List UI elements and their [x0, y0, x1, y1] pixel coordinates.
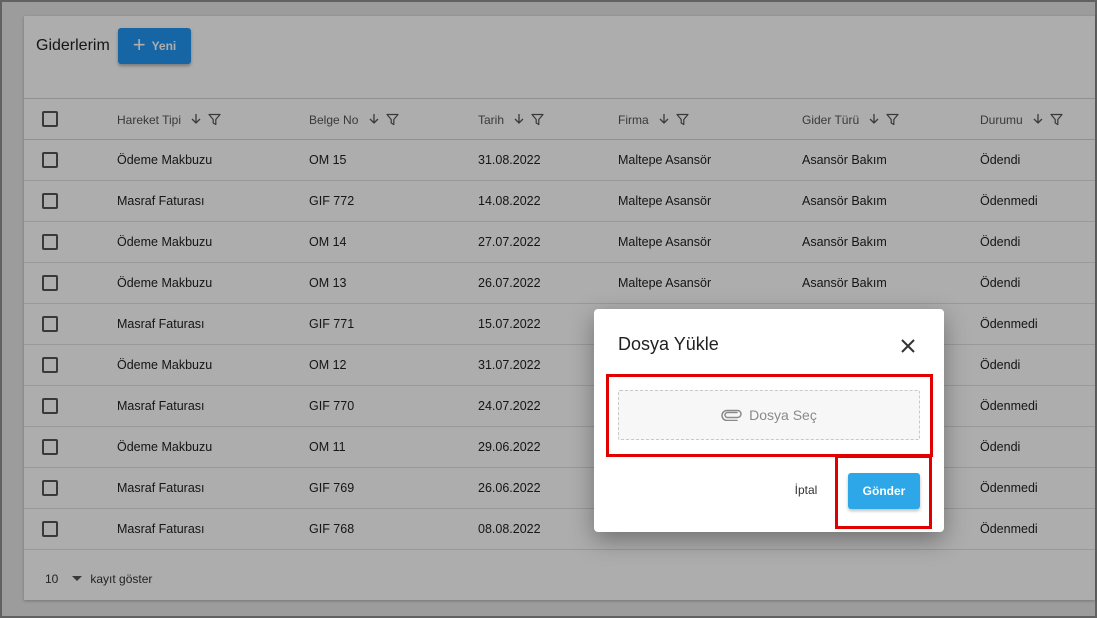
paperclip-icon: [721, 409, 742, 421]
close-icon: [901, 339, 915, 353]
submit-button[interactable]: Gönder: [848, 473, 920, 509]
upload-dialog: Dosya Yükle Dosya Seç İptal Gönder: [594, 309, 944, 532]
dialog-title: Dosya Yükle: [618, 334, 719, 354]
close-button[interactable]: [898, 336, 918, 356]
file-select-dropzone[interactable]: Dosya Seç: [618, 390, 920, 440]
cancel-button[interactable]: İptal: [782, 475, 830, 505]
file-select-label: Dosya Seç: [749, 407, 817, 423]
